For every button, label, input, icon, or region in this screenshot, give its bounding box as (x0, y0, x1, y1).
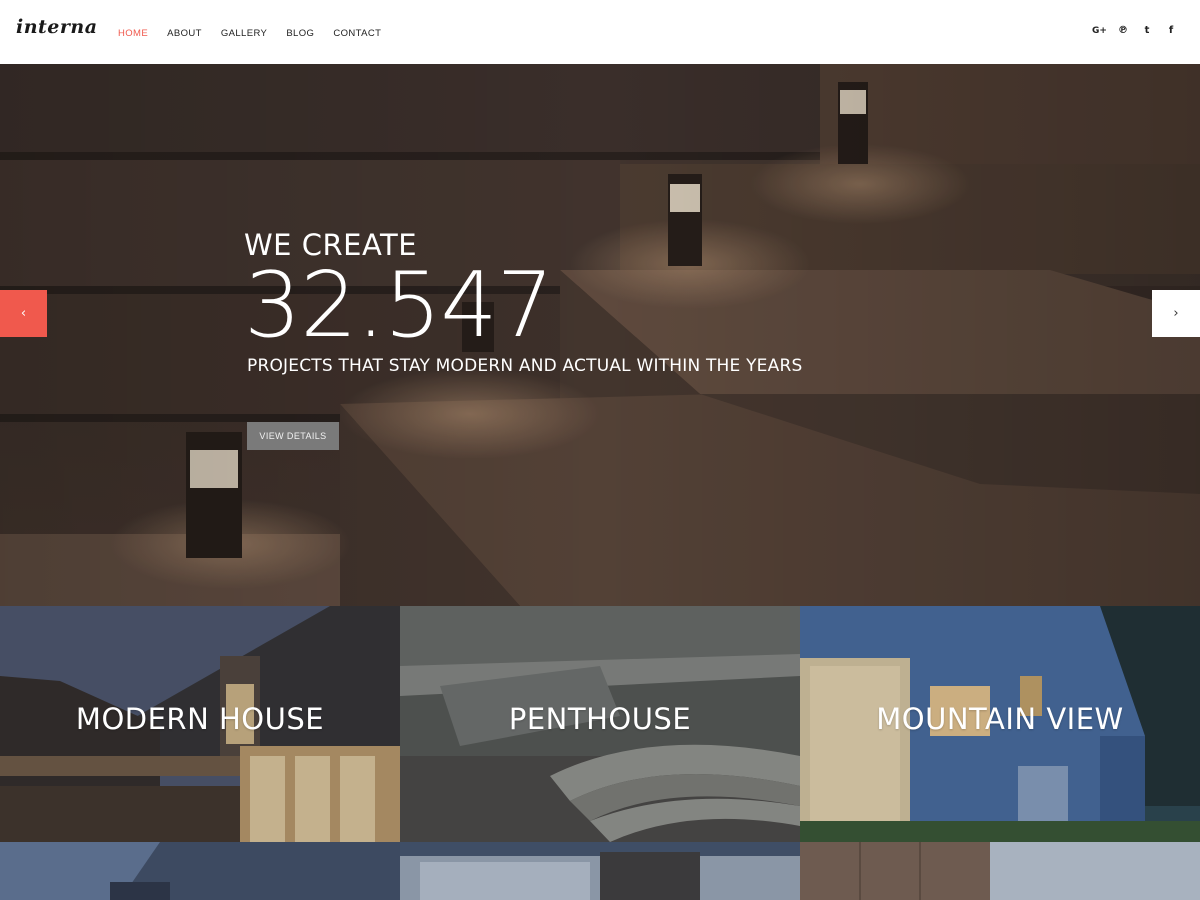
slider-prev-button[interactable]: ‹ (0, 290, 47, 337)
project-tile-modern-house[interactable]: MODERN HOUSE (0, 606, 400, 842)
view-details-button[interactable]: VIEW DETAILS (247, 422, 339, 450)
pinterest-icon[interactable]: ℗ (1118, 24, 1128, 38)
project-tile-row2-2[interactable] (400, 842, 800, 900)
social-links: G+ ℗ t f (1092, 24, 1176, 38)
project-tile-row2-3[interactable] (800, 842, 1200, 900)
project-tile-penthouse[interactable]: PENTHOUSE (400, 606, 800, 842)
project-tile-mountain-view[interactable]: MOUNTAIN VIEW (800, 606, 1200, 842)
project-grid: MODERN HOUSE PENTHOUSE MOUNTAIN VIEW (0, 606, 1200, 900)
tile-title-mountain-view: MOUNTAIN VIEW (876, 702, 1124, 736)
nav-blog[interactable]: BLOG (286, 28, 314, 39)
hero-slider: WE CREATE 32.547 PROJECTS THAT STAY MODE… (0, 64, 1200, 606)
hero-subtitle: PROJECTS THAT STAY MODERN AND ACTUAL WIT… (247, 356, 803, 376)
google-plus-icon[interactable]: G+ (1092, 24, 1107, 38)
nav-about[interactable]: ABOUT (167, 28, 202, 39)
nav-contact[interactable]: CONTACT (333, 28, 381, 39)
site-logo[interactable]: interna (16, 16, 98, 38)
project-image-row2-3 (800, 842, 1200, 900)
site-header: interna HOME ABOUT GALLERY BLOG CONTACT … (0, 0, 1200, 64)
main-nav: HOME ABOUT GALLERY BLOG CONTACT (118, 28, 400, 39)
nav-gallery[interactable]: GALLERY (221, 28, 267, 39)
project-image-row2-1 (0, 842, 400, 900)
tile-title-modern-house: MODERN HOUSE (75, 702, 325, 736)
chevron-left-icon: ‹ (20, 306, 27, 321)
facebook-icon[interactable]: f (1166, 24, 1176, 38)
project-tile-row2-1[interactable] (0, 842, 400, 900)
hero-number: 32.547 (244, 253, 554, 358)
nav-home[interactable]: HOME (118, 28, 148, 39)
project-image-row2-2 (400, 842, 800, 900)
chevron-right-icon: › (1173, 306, 1179, 321)
hero-content: WE CREATE 32.547 PROJECTS THAT STAY MODE… (244, 228, 802, 376)
twitter-icon[interactable]: t (1142, 24, 1152, 38)
slider-next-button[interactable]: › (1152, 290, 1200, 337)
tile-title-penthouse: PENTHOUSE (508, 702, 692, 736)
